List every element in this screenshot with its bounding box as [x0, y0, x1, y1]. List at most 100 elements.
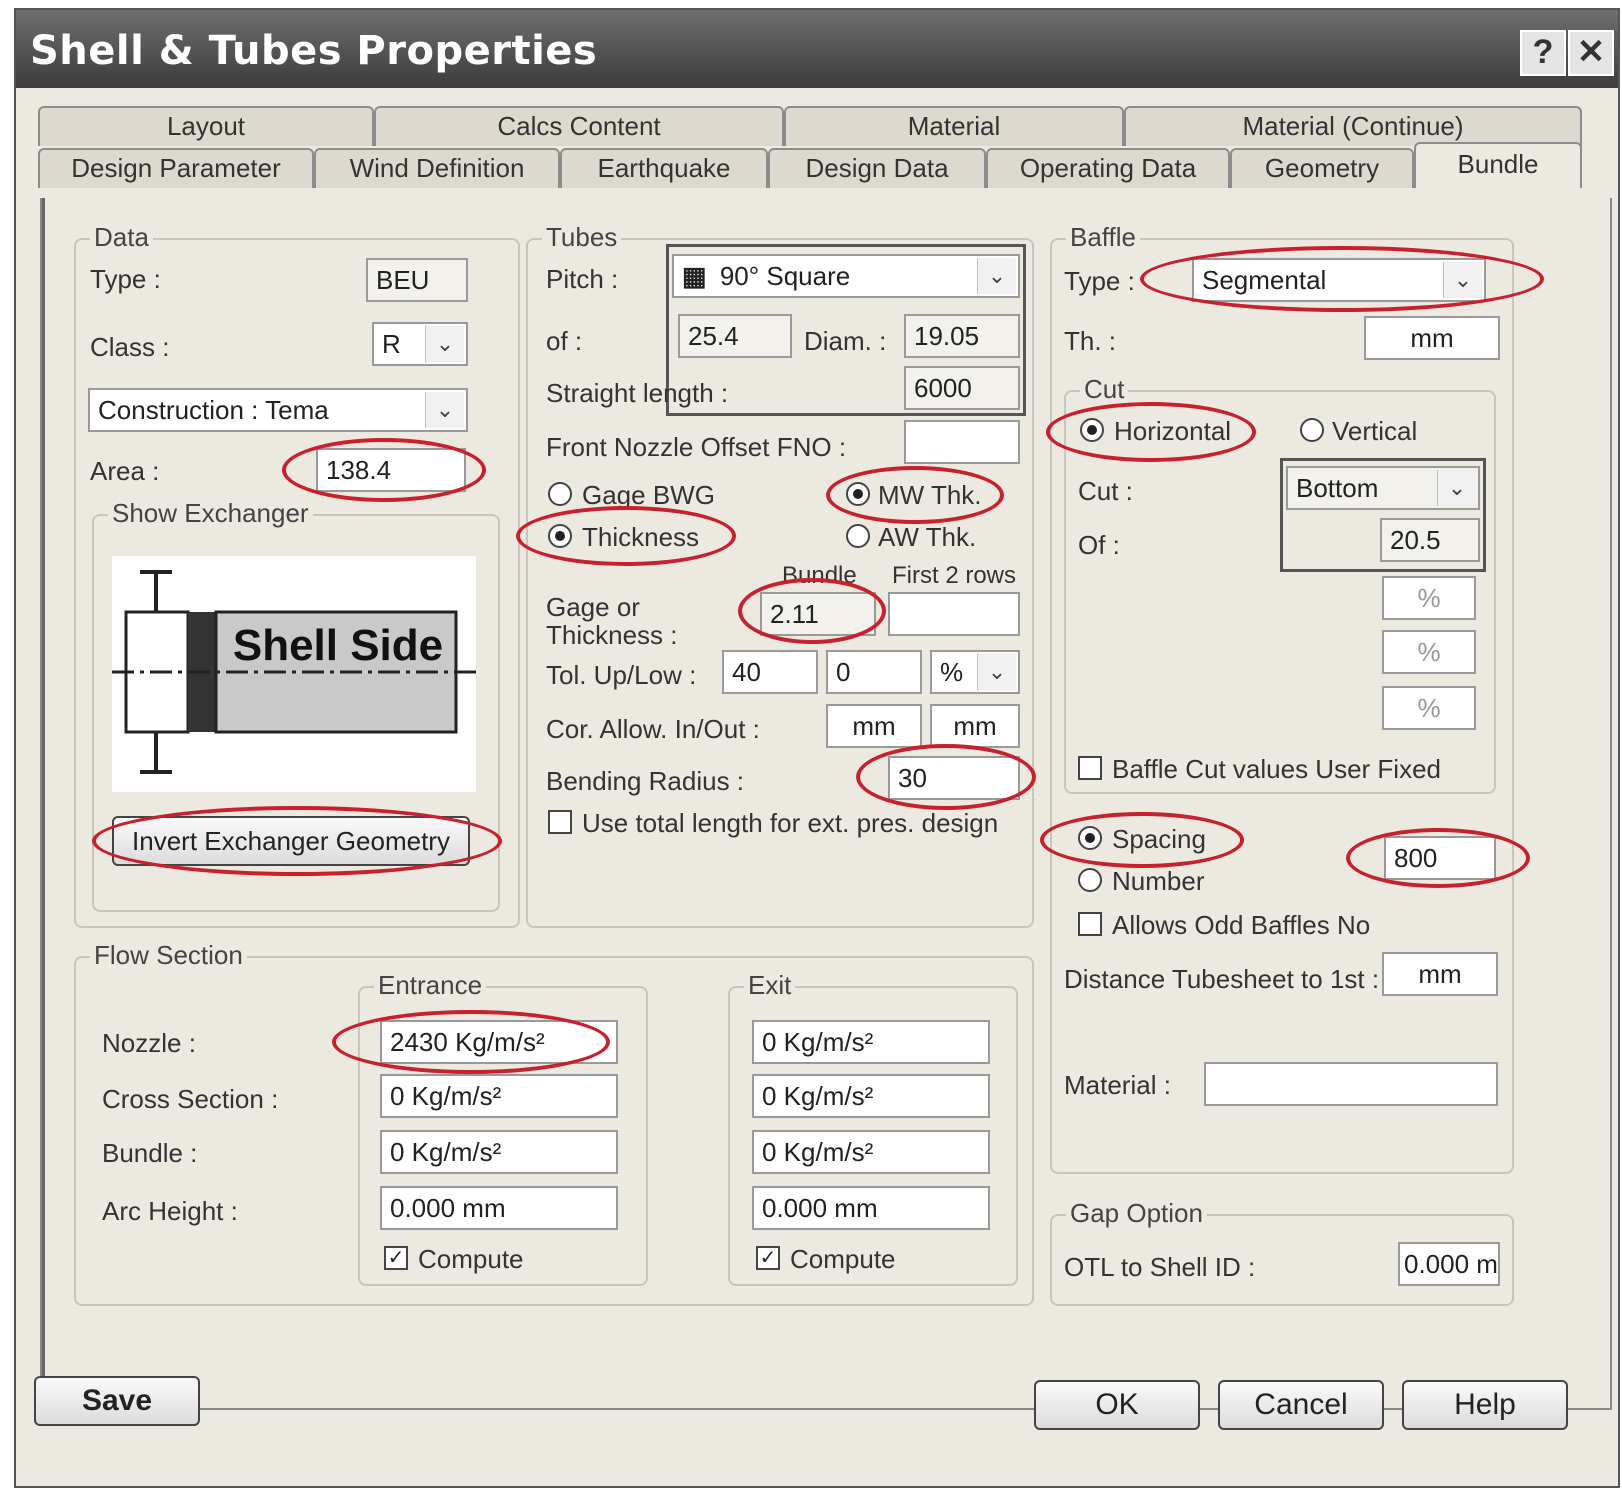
- tab-design-parameter[interactable]: Design Parameter: [38, 148, 314, 188]
- exit-legend: Exit: [744, 970, 796, 1001]
- tab-calcs-content[interactable]: Calcs Content: [374, 106, 784, 146]
- type-field[interactable]: BEU: [366, 258, 468, 302]
- flow-section-legend: Flow Section: [90, 940, 247, 971]
- odd-baffles-checkbox[interactable]: [1078, 912, 1102, 936]
- chevron-down-icon[interactable]: ⌄: [977, 654, 1016, 690]
- number-radio[interactable]: [1078, 868, 1102, 892]
- first2-header: First 2 rows: [892, 562, 1017, 589]
- use-total-length-checkbox[interactable]: [548, 810, 572, 834]
- highlight-oval: [1040, 812, 1244, 868]
- vertical-label: Vertical: [1332, 416, 1418, 446]
- diam-label: Diam. :: [804, 326, 887, 356]
- tol-low-field[interactable]: 0: [826, 650, 922, 694]
- chevron-down-icon[interactable]: ⌄: [425, 326, 464, 362]
- show-exchanger-legend: Show Exchanger: [108, 498, 313, 529]
- help-button[interactable]: Help: [1402, 1380, 1568, 1430]
- tol-label: Tol. Up/Low :: [546, 660, 697, 690]
- entrance-compute-checkbox[interactable]: ✓: [384, 1246, 408, 1270]
- exit-cross-field[interactable]: 0 Kg/m/s²: [752, 1074, 990, 1118]
- exit-bundle-field[interactable]: 0 Kg/m/s²: [752, 1130, 990, 1174]
- class-value: R: [382, 329, 401, 359]
- titlebar: Shell & Tubes Properties ? ✕: [16, 10, 1618, 88]
- aw-thk-radio[interactable]: [846, 524, 870, 548]
- pct-field-3[interactable]: %: [1382, 686, 1476, 730]
- highlight-oval: [826, 466, 1004, 524]
- cut-of-field[interactable]: 20.5: [1380, 518, 1480, 562]
- tol-up-field[interactable]: 40: [722, 650, 818, 694]
- number-label: Number: [1112, 866, 1205, 896]
- entrance-arc-field[interactable]: 0.000 mm: [380, 1186, 618, 1230]
- square-pitch-icon: ▦: [682, 261, 707, 291]
- chevron-down-icon[interactable]: ⌄: [1437, 470, 1476, 506]
- straight-length-field[interactable]: 6000: [904, 366, 1020, 410]
- tab-layout[interactable]: Layout: [38, 106, 374, 146]
- otl-field[interactable]: 0.000 m: [1398, 1242, 1500, 1286]
- highlight-oval: [332, 1010, 610, 1074]
- area-label: Area :: [90, 456, 160, 486]
- tab-design-data[interactable]: Design Data: [768, 148, 986, 188]
- bundle-label: Bundle :: [102, 1138, 198, 1168]
- exit-arc-field[interactable]: 0.000 mm: [752, 1186, 990, 1230]
- tab-material-continue[interactable]: Material (Continue): [1124, 106, 1582, 146]
- pct-field-2[interactable]: %: [1382, 630, 1476, 674]
- otl-label: OTL to Shell ID :: [1064, 1252, 1256, 1282]
- diam-field[interactable]: 19.05: [904, 314, 1020, 358]
- save-button[interactable]: Save: [34, 1376, 200, 1426]
- baffle-th-field[interactable]: mm: [1364, 316, 1500, 360]
- tol-unit-select[interactable]: % ⌄: [930, 650, 1020, 694]
- tab-wind-definition[interactable]: Wind Definition: [314, 148, 560, 188]
- window-title: Shell & Tubes Properties: [30, 28, 598, 74]
- baffle-type-label: Type :: [1064, 266, 1135, 296]
- use-total-length-label: Use total length for ext. pres. design: [582, 808, 999, 838]
- cor-in-field[interactable]: mm: [826, 704, 922, 748]
- bending-radius-label: Bending Radius :: [546, 766, 745, 796]
- exit-nozzle-field[interactable]: 0 Kg/m/s²: [752, 1020, 990, 1064]
- tab-geometry[interactable]: Geometry: [1230, 148, 1414, 188]
- checkmark-icon: ✓: [387, 1247, 405, 1269]
- entrance-bundle-field[interactable]: 0 Kg/m/s²: [380, 1130, 618, 1174]
- tab-material[interactable]: Material: [784, 106, 1124, 146]
- construction-select[interactable]: Construction : Tema ⌄: [88, 388, 468, 432]
- close-button[interactable]: ✕: [1568, 30, 1614, 76]
- highlight-oval: [856, 744, 1036, 810]
- highlight-oval: [282, 438, 486, 502]
- cross-section-label: Cross Section :: [102, 1084, 279, 1114]
- gap-option-legend: Gap Option: [1066, 1198, 1207, 1229]
- user-fixed-checkbox[interactable]: [1078, 756, 1102, 780]
- gage-first2-field[interactable]: [888, 592, 1020, 636]
- construction-value: Construction : Tema: [98, 395, 329, 425]
- cor-out-field[interactable]: mm: [930, 704, 1020, 748]
- shell-side-text: Shell Side: [233, 621, 443, 670]
- aw-thk-label: AW Thk.: [878, 522, 977, 552]
- straight-length-label: Straight length :: [546, 378, 729, 408]
- cut-value: Bottom: [1296, 473, 1379, 503]
- chevron-down-icon[interactable]: ⌄: [425, 392, 464, 428]
- pitch-label: Pitch :: [546, 264, 619, 294]
- type-label: Type :: [90, 264, 161, 294]
- ok-button[interactable]: OK: [1034, 1380, 1200, 1430]
- cut-select[interactable]: Bottom ⌄: [1286, 466, 1480, 510]
- of-field[interactable]: 25.4: [678, 314, 792, 358]
- highlight-oval: [1046, 402, 1256, 462]
- chevron-down-icon[interactable]: ⌄: [977, 258, 1016, 294]
- user-fixed-label: Baffle Cut values User Fixed: [1112, 754, 1441, 784]
- cancel-button[interactable]: Cancel: [1218, 1380, 1384, 1430]
- class-select[interactable]: R ⌄: [372, 322, 468, 366]
- exit-compute-label: Compute: [790, 1244, 896, 1274]
- pct-field-1[interactable]: %: [1382, 576, 1476, 620]
- entrance-cross-field[interactable]: 0 Kg/m/s²: [380, 1074, 618, 1118]
- pitch-select[interactable]: ▦ 90° Square ⌄: [672, 254, 1020, 298]
- fno-field[interactable]: [904, 420, 1020, 464]
- cor-allow-label: Cor. Allow. In/Out :: [546, 714, 760, 744]
- exit-compute-checkbox[interactable]: ✓: [756, 1246, 780, 1270]
- vertical-radio[interactable]: [1300, 418, 1324, 442]
- help-title-button[interactable]: ?: [1520, 30, 1566, 76]
- tab-operating-data[interactable]: Operating Data: [986, 148, 1230, 188]
- class-label: Class :: [90, 332, 170, 362]
- tab-earthquake[interactable]: Earthquake: [560, 148, 768, 188]
- tab-bundle[interactable]: Bundle: [1414, 142, 1582, 188]
- gage-bwg-radio[interactable]: [548, 482, 572, 506]
- material-field[interactable]: [1204, 1062, 1498, 1106]
- of-label: of :: [546, 326, 583, 356]
- distance-field[interactable]: mm: [1382, 952, 1498, 996]
